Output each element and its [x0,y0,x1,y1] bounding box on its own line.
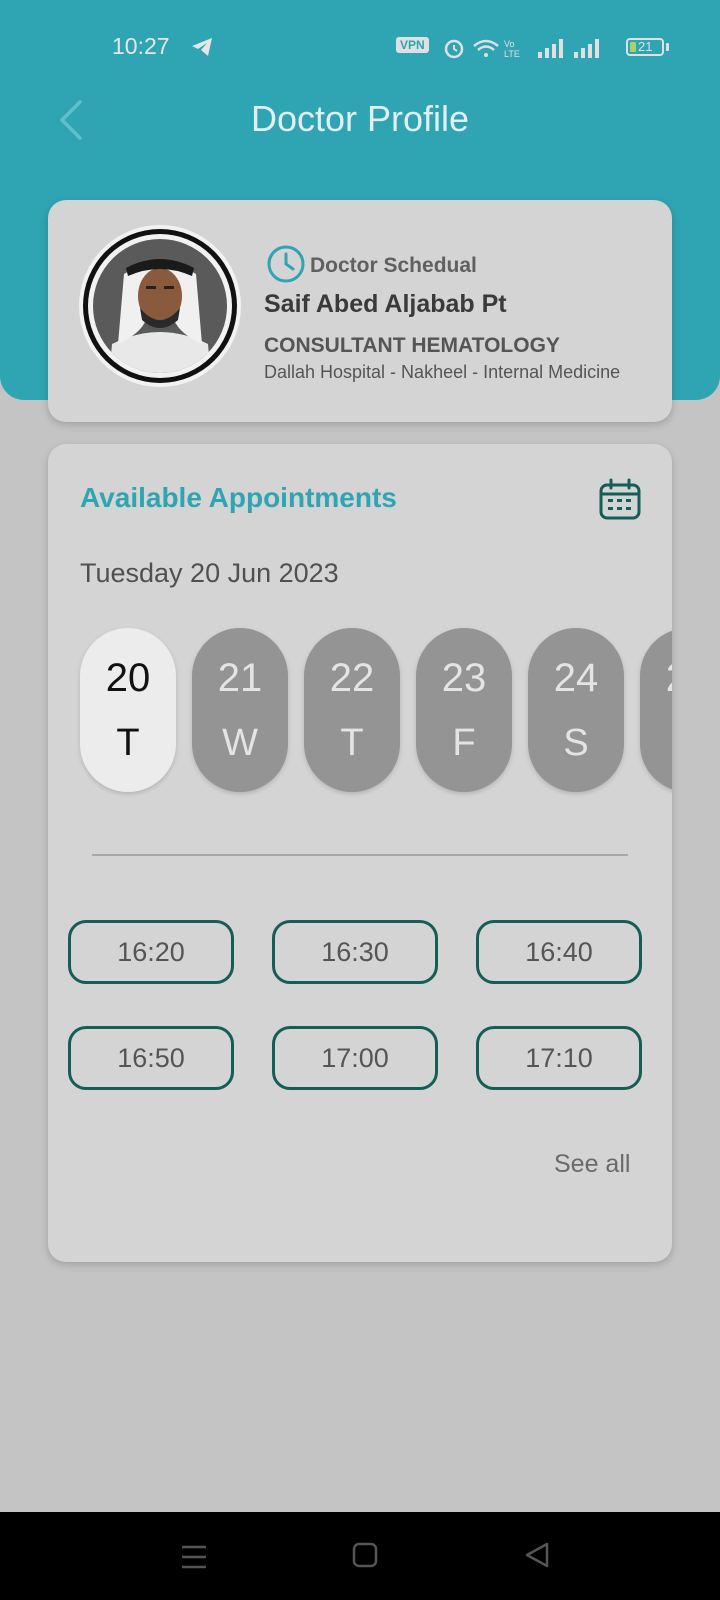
time-slot-button[interactable]: 16:30 [272,920,438,984]
time-slot-button[interactable]: 17:00 [272,1026,438,1090]
time-slot-button[interactable]: 16:40 [476,920,642,984]
selected-date: Tuesday 20 Jun 2023 [80,558,339,588]
appointments-title: Available Appointments [80,482,397,513]
doctor-avatar [79,225,241,387]
telegram-icon [192,38,212,56]
battery-cap [666,43,669,51]
day-pill-24[interactable]: 24 S [528,628,624,792]
day-number: 25 [640,656,672,701]
alarm-icon [444,39,464,59]
battery-level: 21 [638,39,653,54]
doctor-profile-card: Doctor Schedual Saif Abed Aljabab Pt CON… [48,200,672,422]
day-number: 23 [441,656,487,700]
day-number: 22 [329,656,375,700]
menu-icon[interactable] [180,1544,208,1570]
day-pill-20[interactable]: 20 T [80,628,176,792]
day-number: 21 [217,656,263,700]
day-picker: 20 T 21 W 22 T 23 F 24 S 25 S [80,628,672,798]
status-icons: Vo LTE [444,39,599,59]
signal-icon [538,39,563,58]
vpn-badge: VPN [396,37,429,53]
clock-icon [267,245,305,283]
system-nav-bar [0,1512,720,1600]
day-pill-22[interactable]: 22 T [304,628,400,792]
day-letter: W [222,722,258,764]
doctor-specialty: CONSULTANT HEMATOLOGY [264,334,560,357]
day-number: 20 [105,656,151,700]
divider [92,854,628,856]
see-all-link[interactable]: See all [554,1150,630,1179]
day-letter: T [116,722,140,764]
back-triangle-icon[interactable] [524,1542,550,1568]
page-title: Doctor Profile [250,98,470,139]
day-letter: F [452,722,476,764]
time-slot-button[interactable]: 17:10 [476,1026,642,1090]
signal-icon [574,39,599,58]
day-letter: T [340,722,364,764]
battery-icon: 21 [626,38,664,56]
time-slot-button[interactable]: 16:20 [68,920,234,984]
day-pill-21[interactable]: 21 W [192,628,288,792]
time-slot-button[interactable]: 16:50 [68,1026,234,1090]
status-bar: 10:27 VPN Vo LTE 21 [0,28,720,68]
svg-text:LTE: LTE [504,49,520,59]
day-pill-23[interactable]: 23 F [416,628,512,792]
doctor-name: Saif Abed Aljabab Pt [264,290,507,318]
day-letter: S [640,722,672,765]
home-icon[interactable] [352,1542,378,1568]
appointments-card: Available Appointments Tuesday 20 Jun 20… [48,444,672,1262]
schedule-label: Doctor Schedual [310,254,477,277]
status-time: 10:27 [112,33,170,59]
doctor-hospital: Dallah Hospital - Nakheel - Internal Med… [264,362,621,382]
day-letter: S [563,722,589,764]
day-pill-25[interactable]: 25 S [640,628,672,792]
volte-icon: Vo [504,39,515,49]
calendar-icon[interactable] [598,478,642,522]
day-number: 24 [553,656,599,700]
wifi-icon [473,39,499,57]
